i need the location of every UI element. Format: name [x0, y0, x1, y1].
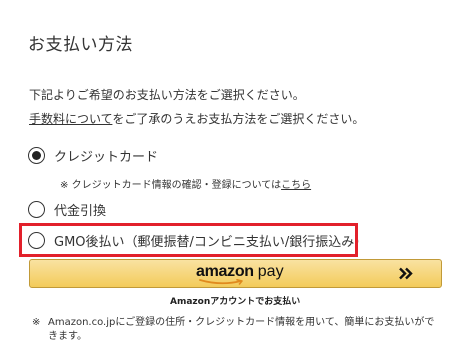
amazon-logo-word: amazon: [196, 263, 254, 280]
amazon-pay-note-text: Amazon.co.jpにご登録の住所・クレジットカード情報を用いて、簡単にお支…: [48, 317, 435, 342]
amazon-smile-icon: [199, 279, 243, 285]
payment-option-cod[interactable]: 代金引換: [28, 200, 106, 219]
fee-info-link[interactable]: 手数料について: [29, 112, 112, 126]
radio-selected-icon[interactable]: [28, 147, 45, 164]
card-note-text: クレジットカード情報の確認・登録については: [71, 180, 282, 191]
double-chevron-right-icon: [399, 267, 413, 280]
pay-logo-word: pay: [257, 263, 284, 280]
page-title: お支払い方法: [28, 35, 133, 55]
fee-notice-text: をご了承のうえお支払方法をご選択ください。: [112, 112, 365, 126]
amazon-pay-note: ※ Amazon.co.jpにご登録の住所・クレジットカード情報を用いて、簡単に…: [32, 316, 442, 344]
payment-option-label: GMO後払い（郵便振替/コンビニ支払い/銀行振込み）: [54, 235, 368, 250]
amazon-pay-button[interactable]: amazon pay: [29, 259, 442, 288]
payment-option-gmo-deferred[interactable]: GMO後払い（郵便振替/コンビニ支払い/銀行振込み）: [28, 231, 367, 250]
card-info-link[interactable]: こちら: [281, 180, 311, 191]
payment-option-label: クレジットカード: [54, 150, 159, 165]
payment-option-label: 代金引換: [54, 204, 107, 219]
note-mark: ※: [32, 317, 41, 328]
note-mark: ※: [60, 180, 69, 191]
card-info-note: ※ クレジットカード情報の確認・登録についてはこちら: [60, 176, 311, 191]
radio-unselected-icon[interactable]: [28, 232, 45, 249]
fee-notice: 手数料についてをご了承のうえお支払方法をご選択ください。: [29, 110, 364, 127]
amazon-pay-caption: Amazonアカウントでお支払い: [170, 297, 301, 307]
radio-unselected-icon[interactable]: [28, 201, 45, 218]
intro-text: 下記よりご希望のお支払い方法をご選択ください。: [29, 88, 305, 102]
payment-option-credit-card[interactable]: クレジットカード: [28, 146, 158, 165]
